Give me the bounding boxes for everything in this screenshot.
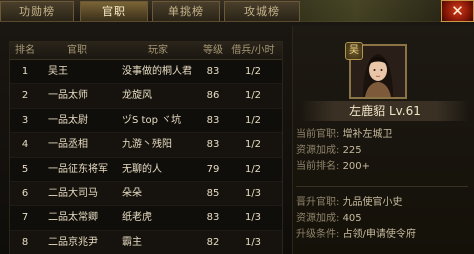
title-cell: 二品大司马: [48, 187, 98, 199]
level-cell: 83: [206, 114, 220, 126]
promote-bonus-label: 资源加成:: [296, 213, 340, 224]
rank-cell: 3: [21, 114, 29, 126]
header-level: 等级: [203, 45, 223, 56]
upgrade-condition-value: 占领/申请使令府: [342, 229, 416, 240]
faction-badge: 吴: [345, 42, 363, 60]
divider: [296, 186, 468, 187]
level-cell: 86: [206, 90, 220, 102]
player-name-bar: 左鹿貂 Lv.61: [300, 101, 470, 121]
rank-cell: 2: [21, 90, 29, 102]
level-cell: 83: [206, 212, 220, 224]
resource-bonus-value: 225: [342, 145, 362, 156]
current-rank-label: 当前排名:: [296, 161, 340, 172]
soldiers-cell: 1/2: [244, 90, 262, 102]
title-cell: 二品京兆尹: [48, 236, 98, 248]
title-cell: 二品太常卿: [48, 212, 98, 224]
rank-cell: 1: [21, 66, 29, 77]
current-title-line: 当前官职: 增补左城卫: [296, 128, 393, 141]
player-cell: 九游丶残阳: [122, 139, 172, 151]
soldiers-cell: 1/3: [244, 187, 262, 199]
player-cell: 朵朵: [122, 187, 142, 199]
resource-bonus-label: 资源加成:: [296, 145, 340, 156]
rank-cell: 4: [21, 139, 29, 151]
soldiers-cell: 1/2: [244, 114, 262, 126]
tab-duel[interactable]: 单挑榜: [152, 1, 220, 21]
player-cell: 霸主: [122, 236, 142, 248]
soldiers-cell: 1/2: [244, 163, 262, 175]
promote-bonus-value: 405: [342, 213, 362, 224]
rank-cell: 8: [21, 236, 29, 248]
header-rank: 排名: [15, 45, 35, 56]
close-button[interactable]: ✕: [441, 0, 474, 22]
tab-official[interactable]: 官职: [80, 1, 148, 21]
soldiers-cell: 1/3: [244, 236, 262, 248]
player-cell: 没事做的桐人君: [122, 66, 192, 77]
table-row[interactable]: 7 二品太常卿 纸老虎 83 1/3: [10, 206, 282, 231]
resource-bonus-line: 资源加成: 225: [296, 144, 362, 157]
rank-table: 排名 官职 玩家 等级 借兵/小时 1 吴王 没事做的桐人君 83 1/2 2 …: [9, 41, 283, 254]
rank-cell: 6: [21, 187, 29, 199]
rank-cell: 7: [21, 212, 29, 224]
title-cell: 一品太师: [48, 90, 88, 102]
table-row[interactable]: 5 一品征东将军 无聊的人 79 1/2: [10, 158, 282, 182]
player-cell: 龙旋风: [122, 90, 152, 102]
promote-title-line: 晋升官职: 九品使官小史: [296, 196, 403, 209]
table-row[interactable]: 1 吴王 没事做的桐人君 83 1/2: [10, 60, 282, 85]
table-row[interactable]: 2 一品太师 龙旋风 86 1/2: [10, 84, 282, 109]
promote-bonus-line: 资源加成: 405: [296, 212, 362, 225]
tab-bar: 功勋榜 官职 单挑榜 攻城榜 ✕: [0, 0, 474, 22]
current-title-label: 当前官职:: [296, 129, 340, 140]
header-title: 官职: [67, 45, 87, 56]
title-cell: 一品丞相: [48, 139, 88, 151]
level-cell: 79: [206, 163, 220, 175]
table-row[interactable]: 4 一品丞相 九游丶残阳 83 1/2: [10, 133, 282, 158]
table-row[interactable]: 8 二品京兆尹 霸主 82 1/3: [10, 230, 282, 254]
current-rank-value: 200+: [342, 161, 371, 172]
current-title-value: 增补左城卫: [342, 129, 393, 140]
upgrade-condition-line: 升级条件: 占领/申请使令府: [296, 228, 416, 241]
tab-merit[interactable]: 功勋榜: [0, 1, 74, 21]
rank-cell: 5: [21, 163, 29, 175]
current-rank-line: 当前排名: 200+: [296, 160, 370, 173]
title-cell: 一品太尉: [48, 114, 88, 126]
level-cell: 83: [206, 139, 220, 151]
table-row[interactable]: 6 二品大司马 朵朵 85 1/3: [10, 181, 282, 207]
title-cell: 一品征东将军: [48, 163, 108, 175]
promote-title-value: 九品使官小史: [342, 197, 403, 208]
soldiers-cell: 1/2: [244, 66, 262, 77]
player-level: Lv.61: [388, 104, 421, 118]
header-soldiers: 借兵/小时: [231, 45, 275, 56]
header-player: 玩家: [148, 45, 168, 56]
player-cell: 无聊的人: [122, 163, 162, 175]
soldiers-cell: 1/2: [244, 139, 262, 151]
soldiers-cell: 1/3: [244, 212, 262, 224]
table-header: 排名 官职 玩家 等级 借兵/小时: [10, 42, 282, 60]
upgrade-condition-label: 升级条件:: [296, 229, 340, 240]
player-name: 左鹿貂: [349, 104, 386, 118]
level-cell: 83: [206, 66, 220, 77]
tab-siege[interactable]: 攻城榜: [224, 1, 300, 21]
header-decoration: [300, 0, 440, 22]
table-body: 1 吴王 没事做的桐人君 83 1/2 2 一品太师 龙旋风 86 1/2 3 …: [10, 60, 282, 254]
title-cell: 吴王: [48, 66, 68, 77]
level-cell: 82: [206, 236, 220, 248]
level-cell: 85: [206, 187, 220, 199]
player-cell: 纸老虎: [122, 212, 152, 224]
player-cell: ヅS top ヾ坑: [122, 114, 182, 126]
table-row[interactable]: 3 一品太尉 ヅS top ヾ坑 83 1/2: [10, 109, 282, 134]
promote-title-label: 晋升官职:: [296, 197, 340, 208]
